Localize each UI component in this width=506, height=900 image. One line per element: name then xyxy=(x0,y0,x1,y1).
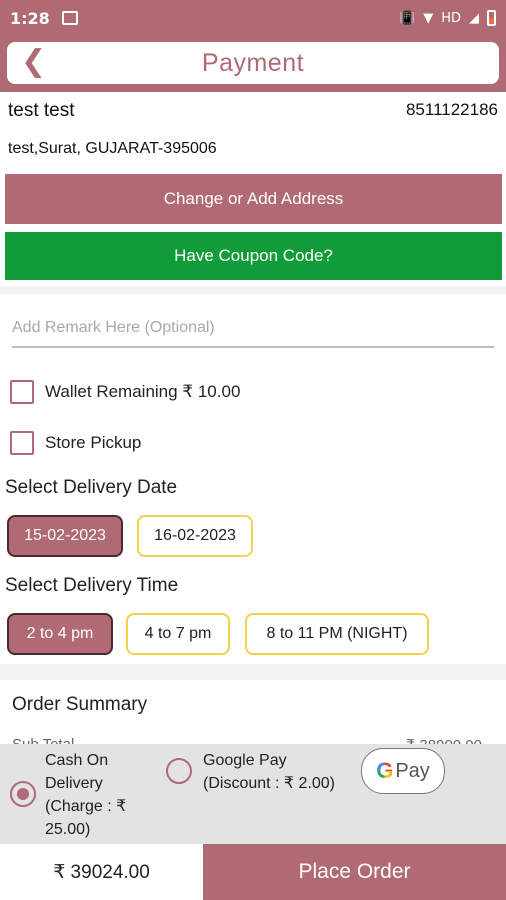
delivery-date-label: Select Delivery Date xyxy=(5,477,178,498)
google-g-icon: G xyxy=(376,758,394,783)
order-summary-title: Order Summary xyxy=(12,694,148,715)
coupon-button[interactable]: Have Coupon Code? xyxy=(5,232,502,280)
wifi-icon: ▼ xyxy=(423,10,434,26)
customer-address: test,Surat, GUJARAT-395006 xyxy=(8,140,217,157)
cod-label-line: Cash On xyxy=(45,752,109,769)
cod-radio[interactable] xyxy=(10,781,36,807)
gpay-label-line: Google Pay xyxy=(203,752,287,769)
wallet-checkbox-row[interactable]: Wallet Remaining ₹ 10.00 xyxy=(10,380,240,404)
vibrate-icon: 📳 xyxy=(399,10,416,26)
gpay-radio[interactable] xyxy=(166,758,192,784)
date-chip[interactable]: 15-02-2023 xyxy=(7,515,123,557)
order-summary-card: Order Summary Sub Total ₹ 38900.00 xyxy=(0,680,506,744)
wallet-checkbox[interactable] xyxy=(10,380,34,404)
back-chevron-icon[interactable]: ❮ xyxy=(21,47,49,78)
address-card: test test 8511122186 test,Surat, GUJARAT… xyxy=(0,92,506,286)
network-type: HD xyxy=(441,10,461,26)
page-title: Payment xyxy=(201,48,305,77)
time-slot-chip[interactable]: 8 to 11 PM (NIGHT) xyxy=(245,613,429,655)
store-pickup-label: Store Pickup xyxy=(45,433,142,452)
delivery-time-label: Select Delivery Time xyxy=(5,575,179,596)
store-pickup-checkbox-row[interactable]: Store Pickup xyxy=(10,431,141,455)
time-slot-chip[interactable]: 2 to 4 pm xyxy=(7,613,113,655)
wallet-label: Wallet Remaining ₹ 10.00 xyxy=(45,382,241,401)
time-slot-chip[interactable]: 4 to 7 pm xyxy=(126,613,230,655)
change-address-button[interactable]: Change or Add Address xyxy=(5,174,502,224)
app-bar-inner: ❮ Payment xyxy=(7,42,499,84)
gpay-label-line: (Discount : ₹ 2.00) xyxy=(203,775,336,792)
status-icons: 📳 ▼ HD ◢ xyxy=(399,10,496,26)
payment-method-panel: Cash On Delivery (Charge : ₹ 25.00) Goog… xyxy=(0,744,506,844)
customer-name: test test xyxy=(8,100,75,121)
cod-label[interactable]: Cash On Delivery (Charge : ₹ 25.00) xyxy=(45,749,126,841)
delivery-options-card: Wallet Remaining ₹ 10.00 Store Pickup Se… xyxy=(0,294,506,664)
status-time: 1:28 xyxy=(10,8,50,28)
date-chip[interactable]: 16-02-2023 xyxy=(137,515,253,557)
battery-icon xyxy=(487,10,496,26)
sub-total-label: Sub Total xyxy=(12,736,74,744)
cod-label-line: Delivery xyxy=(45,775,103,792)
order-total: ₹ 39024.00 xyxy=(0,844,203,900)
remark-input[interactable] xyxy=(12,310,494,348)
customer-phone: 8511122186 xyxy=(405,100,498,119)
place-order-button[interactable]: Place Order xyxy=(203,844,506,900)
gpay-badge-text: Pay xyxy=(395,759,430,782)
google-pay-badge[interactable]: G Pay xyxy=(361,748,445,794)
signal-icon: ◢ xyxy=(469,10,479,26)
gallery-icon xyxy=(61,11,78,25)
cod-label-line: 25.00) xyxy=(45,821,91,838)
store-pickup-checkbox[interactable] xyxy=(10,431,34,455)
sub-total-value: ₹ 38900.00 xyxy=(406,736,482,744)
app-bar: ❮ Payment xyxy=(0,36,506,92)
gpay-label[interactable]: Google Pay (Discount : ₹ 2.00) xyxy=(203,749,335,795)
cod-label-line: (Charge : ₹ xyxy=(45,798,127,815)
status-bar: 1:28 📳 ▼ HD ◢ xyxy=(0,0,506,36)
